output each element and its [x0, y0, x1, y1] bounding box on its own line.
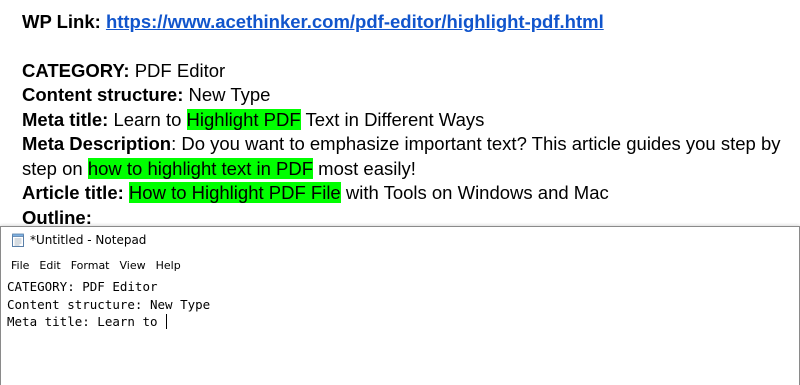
article-title-highlight: How to Highlight PDF File [128, 182, 341, 203]
wp-link-label: WP Link: [22, 11, 101, 32]
meta-description-highlight: how to highlight text in PDF [87, 157, 314, 179]
notepad-window[interactable]: *Untitled - Notepad File Edit Format Vie… [0, 226, 800, 385]
text-editor[interactable]: CATEGORY: PDF Editor Content structure: … [1, 277, 799, 379]
document-view: WP Link: https://www.acethinker.com/pdf-… [0, 0, 800, 226]
content-structure-line: Content structure: New Type [22, 83, 792, 108]
document-content: WP Link: https://www.acethinker.com/pdf-… [22, 10, 792, 226]
article-title-line: Article title: How to Highlight PDF File… [22, 181, 792, 206]
meta-title-after: Text in Different Ways [305, 108, 485, 130]
window-title: *Untitled - Notepad [30, 233, 147, 247]
menu-bar: File Edit Format View Help [1, 253, 799, 277]
meta-description-after: most easily! [318, 157, 416, 179]
outline-label: Outline: [22, 206, 92, 227]
editor-line-current: Meta title: Learn to [7, 313, 793, 331]
menu-help[interactable]: Help [152, 257, 187, 274]
meta-description-line: Meta Description: Do you want to emphasi… [22, 132, 792, 181]
meta-title-line: Meta title: Learn to Highlight PDF Text … [22, 108, 792, 133]
notepad-titlebar[interactable]: *Untitled - Notepad [1, 227, 799, 253]
content-structure-value: New Type [188, 84, 271, 105]
wp-link-url[interactable]: https://www.acethinker.com/pdf-editor/hi… [106, 11, 604, 32]
menu-edit[interactable]: Edit [35, 257, 66, 274]
meta-title-label: Meta title: [22, 108, 109, 130]
article-title-label: Article title: [22, 182, 124, 203]
meta-title-before: Learn to [113, 108, 182, 130]
text-caret [166, 314, 168, 329]
meta-description-label: Meta Description [22, 133, 172, 154]
editor-line: Content structure: New Type [7, 296, 211, 312]
content-structure-label: Content structure: [22, 84, 184, 105]
category-value: PDF Editor [134, 59, 226, 81]
menu-format[interactable]: Format [67, 257, 116, 274]
wp-link-line: WP Link: https://www.acethinker.com/pdf-… [22, 10, 792, 35]
article-title-after: with Tools on Windows and Mac [345, 182, 609, 203]
editor-line: CATEGORY: PDF Editor [7, 279, 158, 294]
category-line: CATEGORY: PDF Editor [22, 59, 792, 84]
editor-line-text: Meta title: Learn to [7, 314, 166, 329]
notepad-icon [11, 233, 25, 247]
menu-file[interactable]: File [7, 257, 35, 274]
meta-title-highlight: Highlight PDF [186, 108, 301, 130]
category-label: CATEGORY: [22, 59, 130, 81]
menu-view[interactable]: View [116, 257, 152, 274]
outline-line: Outline: [22, 206, 792, 227]
